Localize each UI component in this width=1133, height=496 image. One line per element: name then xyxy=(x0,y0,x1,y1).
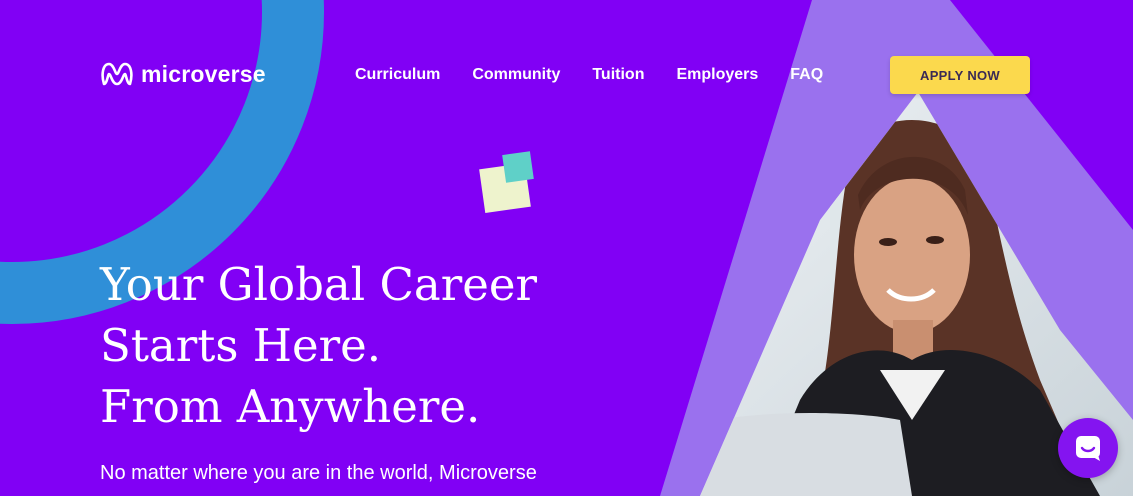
headline-line-3: From Anywhere. xyxy=(100,380,481,433)
hero-subtext: No matter where you are in the world, Mi… xyxy=(100,462,537,484)
main-nav: Curriculum Community Tuition Employers F… xyxy=(355,66,823,84)
nav-item-curriculum[interactable]: Curriculum xyxy=(355,66,440,84)
nav-item-faq[interactable]: FAQ xyxy=(790,66,823,84)
nav-item-employers[interactable]: Employers xyxy=(676,66,758,84)
chat-button[interactable] xyxy=(1058,418,1118,478)
chat-icon xyxy=(1076,436,1100,461)
headline-line-1: Your Global Career xyxy=(100,258,537,311)
nav-item-tuition[interactable]: Tuition xyxy=(592,66,644,84)
microverse-logo-icon xyxy=(101,62,133,86)
brand-name: microverse xyxy=(141,60,266,87)
headline-line-2: Starts Here. xyxy=(100,319,382,372)
nav-item-community[interactable]: Community xyxy=(472,66,560,84)
brand-logo[interactable]: microverse xyxy=(100,60,266,88)
apply-now-button[interactable]: APPLY NOW xyxy=(890,56,1030,94)
hero-headline: Your Global Career Starts Here. From Any… xyxy=(100,254,660,437)
decorative-square-teal xyxy=(502,151,534,183)
landing-page: microverse Curriculum Community Tuition … xyxy=(0,0,1133,496)
